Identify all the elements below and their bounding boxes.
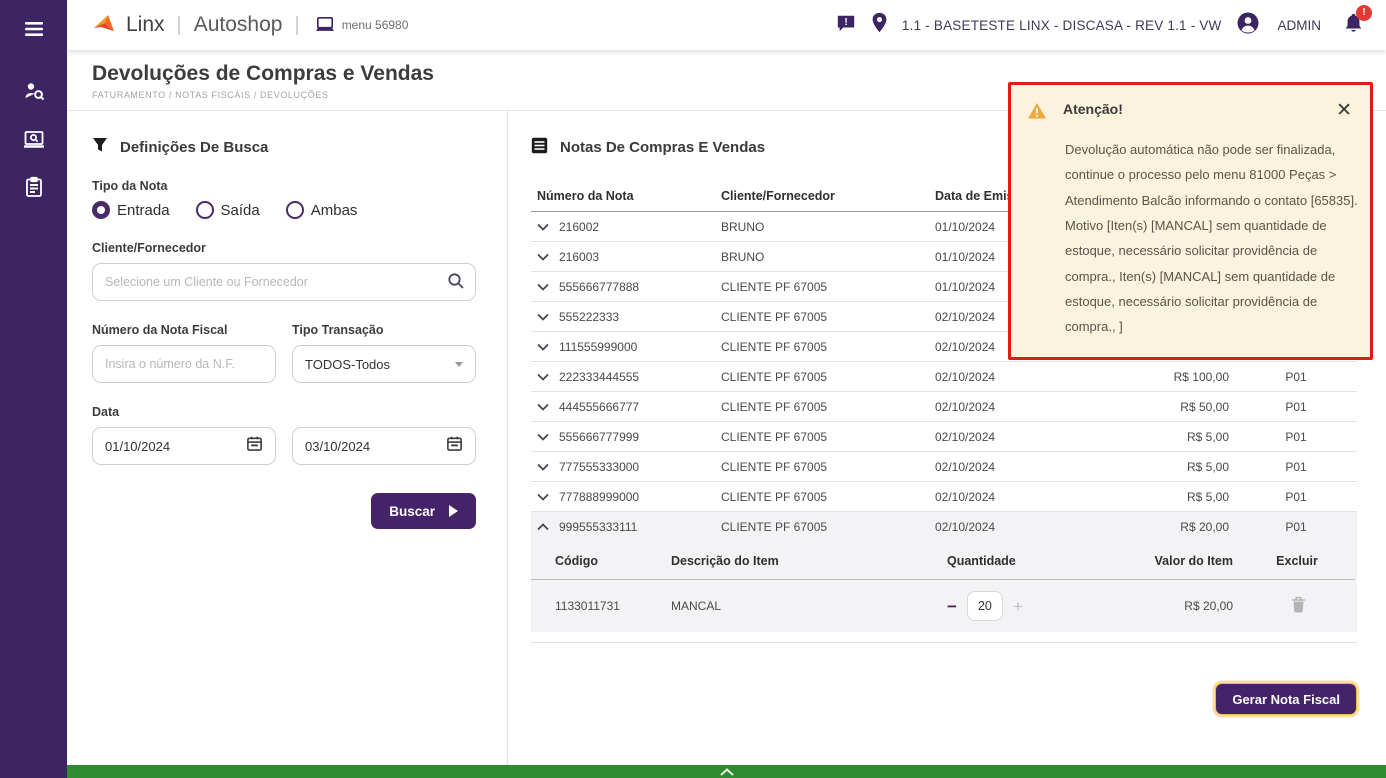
menu-indicator[interactable]: menu 56980 — [314, 16, 409, 34]
store-location-text: 1.1 - BASETESTE LINX - DISCASA - REV 1.1… — [901, 17, 1222, 33]
sidebar — [0, 0, 67, 778]
table-row[interactable]: 444555666777 CLIENTE PF 67005 02/10/2024… — [531, 392, 1357, 422]
tipo-transacao-label: Tipo Transação — [292, 323, 384, 337]
alert-title: Atenção! — [1063, 101, 1123, 117]
chevron-down-icon[interactable] — [537, 433, 549, 441]
chevron-down-icon[interactable] — [537, 463, 549, 471]
detail-item-row: 1133011731 MANCAL − + R$ 20,00 — [531, 580, 1357, 632]
quantity-stepper: − + — [947, 591, 1117, 621]
notification-badge: ! — [1356, 4, 1372, 21]
table-row-expanded[interactable]: 999555333111 CLIENTE PF 67005 02/10/2024… — [531, 512, 1357, 542]
item-descricao: MANCAL — [671, 599, 722, 613]
chevron-down-icon[interactable] — [537, 223, 549, 231]
close-icon[interactable]: ✕ — [1336, 101, 1352, 120]
attention-alert: Atenção! ✕ Devolução automática não pode… — [1008, 82, 1373, 360]
feedback-chat-icon[interactable]: ! — [835, 13, 857, 38]
expanded-row-block: 999555333111 CLIENTE PF 67005 02/10/2024… — [531, 512, 1357, 632]
notifications-bell-icon[interactable]: ! — [1343, 4, 1372, 39]
cliente-fornecedor-input[interactable] — [92, 263, 476, 301]
menu-label: menu 56980 — [341, 18, 409, 32]
footer-expand-bar[interactable] — [67, 765, 1386, 778]
tipo-nota-label: Tipo da Nota — [92, 179, 168, 193]
hamburger-menu-icon[interactable] — [21, 16, 47, 42]
svg-text:!: ! — [844, 16, 847, 27]
play-icon — [449, 505, 458, 517]
table-row[interactable]: 555666777999 CLIENTE PF 67005 02/10/2024… — [531, 422, 1357, 452]
chevron-down-icon[interactable] — [537, 403, 549, 411]
clipboard-icon[interactable] — [21, 174, 47, 200]
brand-name: Linx — [126, 13, 165, 36]
minus-icon[interactable]: − — [947, 598, 957, 615]
chevron-up-icon — [719, 767, 734, 776]
tipo-nota-radio-group: Entrada Saída Ambas — [92, 201, 476, 219]
delete-item-button[interactable] — [1239, 596, 1357, 616]
calendar-icon[interactable] — [246, 435, 263, 457]
chevron-down-icon[interactable] — [537, 253, 549, 261]
radio-dot-icon — [92, 201, 110, 219]
avatar[interactable] — [1236, 11, 1260, 40]
username-text: ADMIN — [1277, 17, 1322, 33]
divider: | — [294, 13, 300, 36]
screen-search-icon[interactable] — [21, 126, 47, 152]
col-numero: Número da Nota — [537, 188, 634, 203]
quantity-input[interactable] — [966, 591, 1003, 621]
item-valor: R$ 20,00 — [1184, 599, 1233, 613]
col-descricao: Descrição do Item — [671, 553, 779, 568]
chevron-up-icon[interactable] — [537, 523, 549, 531]
warning-triangle-icon — [1027, 102, 1047, 125]
cliente-label: Cliente/Fornecedor — [92, 241, 206, 255]
radio-ambas[interactable]: Ambas — [285, 201, 357, 219]
filter-funnel-icon — [92, 137, 108, 157]
chevron-down-icon[interactable] — [537, 493, 549, 501]
radio-dot-icon — [195, 201, 214, 219]
radio-saida[interactable]: Saída — [195, 201, 260, 219]
col-codigo: Código — [555, 553, 599, 568]
topbar: Linx | Autoshop | menu 56980 ! 1.1 - BAS… — [67, 0, 1386, 50]
col-cliente: Cliente/Fornecedor — [721, 188, 835, 203]
gerar-nota-fiscal-button[interactable]: Gerar Nota Fiscal — [1215, 683, 1357, 715]
date-end-input[interactable]: 03/10/2024 — [292, 427, 476, 465]
detail-header-row: Código Descrição do Item Quantidade Valo… — [531, 542, 1355, 580]
list-icon — [531, 137, 548, 158]
plus-icon[interactable]: + — [1013, 598, 1023, 615]
alert-message: Devolução automática não pode ser finali… — [1065, 142, 1358, 335]
filters-title: Definições De Busca — [120, 138, 269, 156]
numero-nf-input[interactable] — [92, 345, 276, 383]
divider: | — [176, 13, 182, 36]
linx-logo-icon — [92, 11, 118, 40]
search-icon[interactable] — [447, 272, 465, 295]
chevron-down-icon[interactable] — [537, 343, 549, 351]
search-filters-panel: Definições De Busca Tipo da Nota Entrada… — [67, 111, 508, 765]
trash-icon — [1291, 596, 1305, 613]
table-bottom-divider — [531, 642, 1357, 643]
chevron-down-icon[interactable] — [537, 313, 549, 321]
chevron-down-icon[interactable] — [537, 283, 549, 291]
location-pin-icon[interactable] — [871, 12, 888, 39]
laptop-icon — [315, 16, 334, 31]
col-excluir: Excluir — [1276, 553, 1318, 568]
product-name: Autoshop — [193, 13, 283, 36]
chevron-down-icon[interactable] — [537, 373, 549, 381]
calendar-icon[interactable] — [446, 435, 463, 457]
item-codigo: 1133011731 — [555, 599, 620, 613]
table-row[interactable]: 777555333000 CLIENTE PF 67005 02/10/2024… — [531, 452, 1357, 482]
table-row[interactable]: 222333444555 CLIENTE PF 67005 02/10/2024… — [531, 362, 1357, 392]
date-start-input[interactable]: 01/10/2024 — [92, 427, 276, 465]
data-label: Data — [92, 405, 120, 419]
buscar-button[interactable]: Buscar — [371, 493, 476, 529]
notas-title: Notas De Compras E Vendas — [560, 139, 766, 156]
table-row[interactable]: 777888999000 CLIENTE PF 67005 02/10/2024… — [531, 482, 1357, 512]
radio-dot-icon — [285, 201, 304, 219]
radio-entrada[interactable]: Entrada — [92, 201, 170, 219]
numero-nf-label: Número da Nota Fiscal — [92, 323, 228, 337]
person-search-icon[interactable] — [21, 78, 47, 104]
chevron-down-icon — [455, 361, 463, 367]
col-valor-item: Valor do Item — [1154, 553, 1234, 568]
tipo-transacao-select[interactable]: TODOS-Todos — [292, 345, 476, 383]
col-quantidade: Quantidade — [947, 553, 1016, 568]
